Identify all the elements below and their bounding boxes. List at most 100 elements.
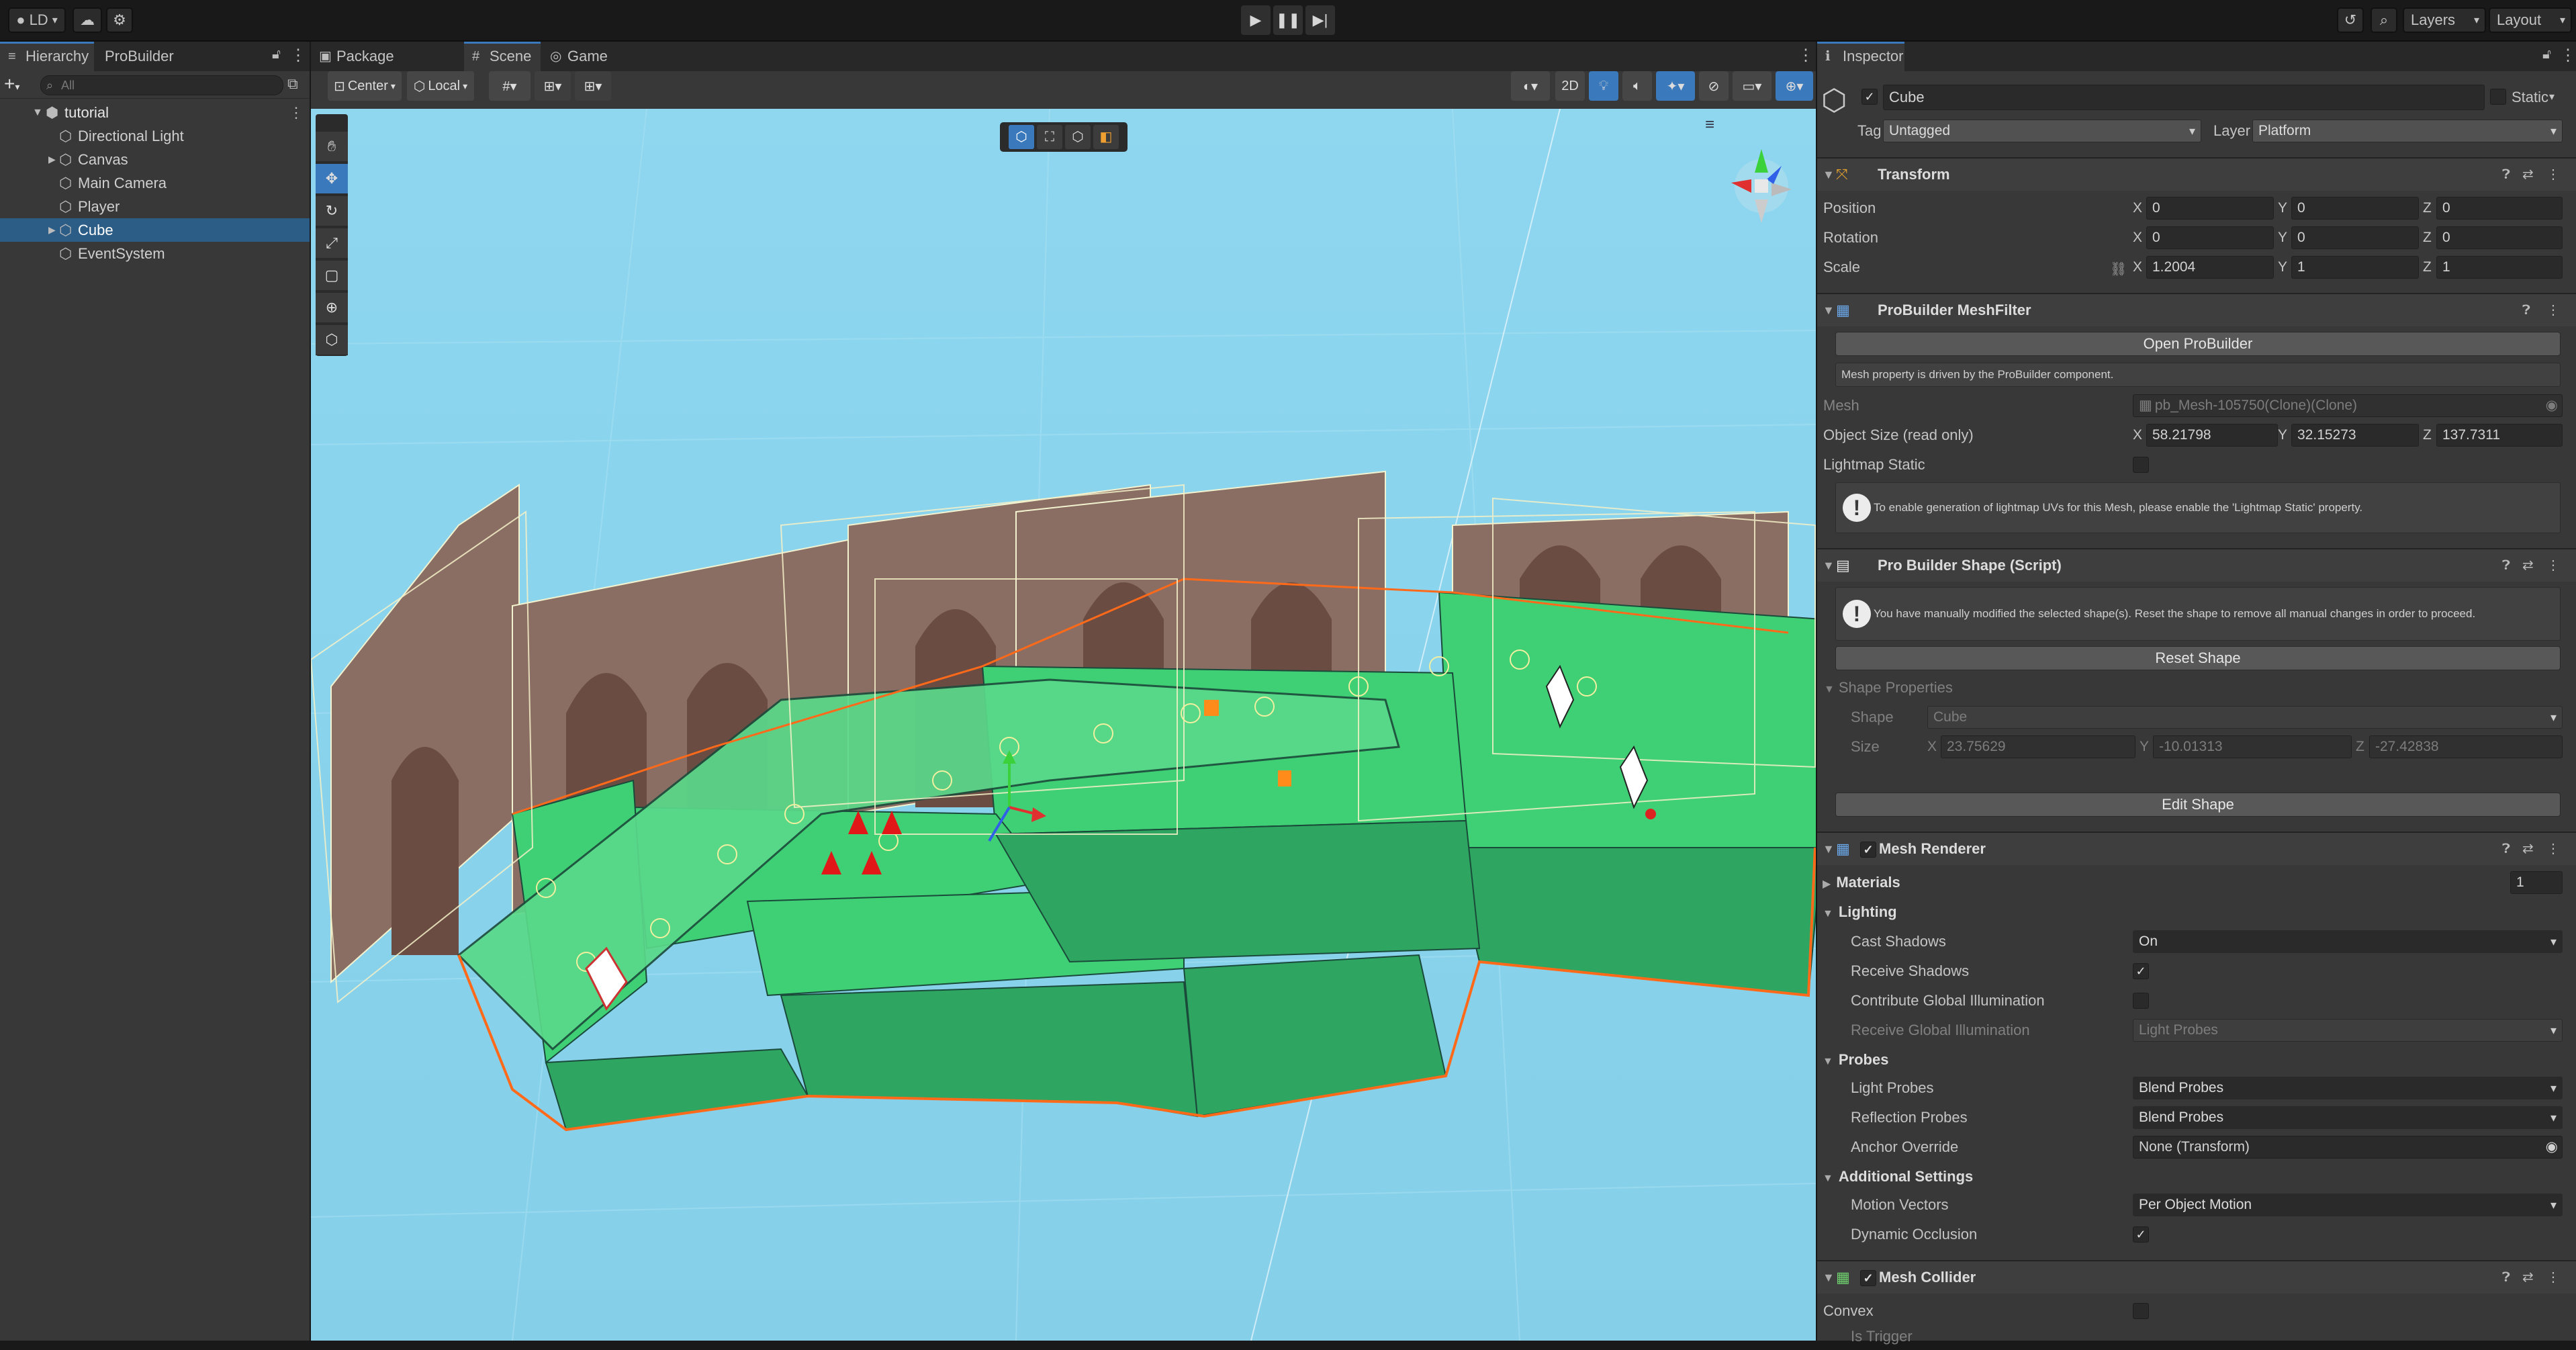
static-checkbox[interactable] bbox=[2490, 89, 2506, 105]
tab-hierarchy[interactable]: ≡ Hierarchy bbox=[0, 42, 94, 71]
rotation-y-field[interactable]: 0 bbox=[2291, 226, 2419, 249]
expand-arrow-icon[interactable]: ▶ bbox=[48, 218, 56, 242]
motion-vectors-dropdown[interactable]: Per Object Motion bbox=[2133, 1194, 2563, 1216]
position-x-field[interactable]: 0 bbox=[2146, 197, 2274, 220]
position-z-axis[interactable]: Z bbox=[2423, 197, 2432, 220]
active-checkbox[interactable]: ✓ bbox=[1861, 89, 1878, 105]
scale-z-axis[interactable]: Z bbox=[2423, 256, 2432, 279]
lighting-toggle[interactable]: 💡︎ bbox=[1589, 71, 1618, 101]
fold-arrow-icon[interactable]: ▼ bbox=[1823, 833, 1835, 865]
level-geometry[interactable] bbox=[311, 109, 1816, 1341]
mesh-renderer-header[interactable]: ▼ ▦ ✓ Mesh Renderer ❓︎ ⇄ ⋮ bbox=[1817, 831, 2576, 865]
search-field[interactable]: ⌕ All bbox=[40, 75, 283, 95]
tab-scene[interactable]: # Scene bbox=[464, 42, 541, 71]
more-icon[interactable]: ⋮ bbox=[2546, 294, 2560, 326]
open-probuilder-button[interactable]: Open ProBuilder bbox=[1835, 332, 2561, 356]
transform-header[interactable]: ▼ ⤧ Transform ❓︎ ⇄ ⋮ bbox=[1817, 157, 2576, 191]
rotation-z-axis[interactable]: Z bbox=[2423, 226, 2432, 249]
rotation-z-field[interactable]: 0 bbox=[2436, 226, 2563, 249]
scale-tool-button[interactable]: ⤢ bbox=[316, 228, 348, 259]
scene-viewport[interactable]: ⬡ ⛶ ⬡ ◧ ≡ bbox=[311, 109, 1816, 1341]
lock-icon[interactable]: 🔓︎ bbox=[272, 47, 281, 62]
lock-icon[interactable]: 🔓︎ bbox=[2542, 47, 2551, 62]
scale-y-axis[interactable]: Y bbox=[2278, 256, 2287, 279]
rotate-tool-button[interactable]: ↻ bbox=[316, 196, 348, 226]
draw-mode-button[interactable]: ◐▾ bbox=[1511, 71, 1550, 101]
rotation-x-axis[interactable]: X bbox=[2133, 226, 2142, 249]
fold-arrow-icon[interactable]: ▼ bbox=[1823, 1261, 1835, 1294]
hierarchy-item[interactable]: ⬡ Directional Light bbox=[0, 124, 310, 148]
step-button[interactable]: ▶| bbox=[1305, 5, 1335, 35]
expand-arrow-icon[interactable]: ▼ bbox=[32, 101, 43, 124]
layers-dropdown[interactable]: Layers ▾ bbox=[2403, 7, 2486, 33]
dynamic-occlusion-checkbox[interactable]: ✓ bbox=[2133, 1226, 2149, 1243]
object-mode-button[interactable]: ⬡ bbox=[1009, 125, 1034, 149]
vertex-mode-button[interactable]: ⛶ bbox=[1037, 125, 1062, 149]
audio-toggle[interactable]: 🔈︎ bbox=[1622, 71, 1652, 101]
convex-checkbox[interactable] bbox=[2133, 1303, 2149, 1319]
scale-x-axis[interactable]: X bbox=[2133, 256, 2142, 279]
object-picker-icon[interactable]: ◉ bbox=[2546, 1136, 2558, 1158]
hierarchy-item[interactable]: ⬡ Main Camera bbox=[0, 171, 310, 195]
chevron-down-icon[interactable]: ▾ bbox=[2549, 85, 2555, 110]
effects-dropdown[interactable]: ✦▾ bbox=[1656, 71, 1695, 101]
fold-arrow-icon[interactable]: ▼ bbox=[1823, 159, 1835, 191]
collab-button[interactable]: ⚙ bbox=[106, 7, 133, 33]
add-button[interactable]: +▾ bbox=[4, 74, 32, 95]
mesh-renderer-enabled-checkbox[interactable]: ✓ bbox=[1860, 842, 1876, 858]
rotation-x-field[interactable]: 0 bbox=[2146, 226, 2274, 249]
probes-foldout[interactable]: ▼ Probes bbox=[1823, 1046, 1888, 1075]
face-mode-button[interactable]: ◧ bbox=[1093, 125, 1119, 149]
help-icon[interactable]: ❓︎ bbox=[2502, 1261, 2510, 1294]
history-button[interactable]: ↺ bbox=[2337, 7, 2364, 33]
help-icon[interactable]: ❓︎ bbox=[2502, 833, 2510, 865]
tab-game[interactable]: ◎ Game bbox=[542, 42, 614, 71]
scale-x-field[interactable]: 1.2004 bbox=[2146, 256, 2274, 279]
fold-arrow-icon[interactable]: ▼ bbox=[1823, 549, 1835, 582]
anchor-override-field[interactable]: None (Transform) ◉ bbox=[2133, 1136, 2563, 1159]
filter-icon[interactable]: ⧉ bbox=[287, 75, 298, 93]
position-x-axis[interactable]: X bbox=[2133, 197, 2142, 220]
help-icon[interactable]: ❓︎ bbox=[2522, 294, 2530, 326]
rect-tool-button[interactable]: ▢ bbox=[316, 261, 348, 291]
rotation-y-axis[interactable]: Y bbox=[2278, 226, 2287, 249]
more-icon[interactable]: ⋮ bbox=[290, 46, 306, 65]
2d-toggle[interactable]: 2D bbox=[1555, 71, 1585, 101]
mesh-collider-header[interactable]: ▼ ▦ ✓ Mesh Collider ❓︎ ⇄ ⋮ bbox=[1817, 1260, 2576, 1294]
overlay-menu-icon[interactable]: ≡ bbox=[1705, 116, 1714, 134]
hierarchy-item[interactable]: ⬡ Player bbox=[0, 195, 310, 218]
expand-arrow-icon[interactable]: ▶ bbox=[48, 148, 56, 171]
presets-icon[interactable]: ⇄ bbox=[2522, 549, 2534, 582]
move-tool-button[interactable]: ✥ bbox=[316, 164, 348, 194]
additional-settings-foldout[interactable]: ▼ Additional Settings bbox=[1823, 1163, 1973, 1192]
increment-snap-button[interactable]: ⊞▾ bbox=[535, 71, 571, 101]
more-icon[interactable]: ⋮ bbox=[2546, 1261, 2560, 1294]
constrain-proportions-icon[interactable]: ⛓ bbox=[2110, 258, 2127, 281]
light-probes-dropdown[interactable]: Blend Probes bbox=[2133, 1077, 2563, 1099]
cloud-button[interactable]: ☁ bbox=[73, 7, 102, 33]
materials-foldout[interactable]: ▶ Materials bbox=[1823, 869, 1900, 898]
shape-header[interactable]: ▼ ▤ Pro Builder Shape (Script) ❓︎ ⇄ ⋮ bbox=[1817, 548, 2576, 582]
account-dropdown[interactable]: ● LD ▾ bbox=[8, 7, 66, 33]
more-icon[interactable]: ⋮ bbox=[2560, 46, 2576, 65]
tab-inspector[interactable]: ℹ Inspector bbox=[1817, 42, 1904, 71]
position-y-axis[interactable]: Y bbox=[2278, 197, 2287, 220]
receive-shadows-checkbox[interactable]: ✓ bbox=[2133, 963, 2149, 979]
object-name-field[interactable]: Cube bbox=[1883, 85, 2485, 110]
position-y-field[interactable]: 0 bbox=[2291, 197, 2419, 220]
hierarchy-item[interactable]: ⬡ EventSystem bbox=[0, 242, 310, 265]
presets-icon[interactable]: ⇄ bbox=[2522, 833, 2534, 865]
gizmos-dropdown[interactable]: ⊕▾ bbox=[1776, 71, 1813, 101]
fold-arrow-icon[interactable]: ▼ bbox=[1823, 294, 1835, 326]
reflection-probes-dropdown[interactable]: Blend Probes bbox=[2133, 1106, 2563, 1129]
lighting-foldout[interactable]: ▼ Lighting bbox=[1823, 899, 1897, 928]
hierarchy-item[interactable]: ▶ ⬡ Cube bbox=[0, 218, 310, 242]
position-z-field[interactable]: 0 bbox=[2436, 197, 2563, 220]
align-button[interactable]: ⊞▾ bbox=[575, 71, 611, 101]
more-icon[interactable]: ⋮ bbox=[2546, 549, 2560, 582]
more-icon[interactable]: ⋮ bbox=[1798, 46, 1814, 65]
custom-tool-button[interactable]: ⬡ bbox=[316, 325, 348, 355]
edge-mode-button[interactable]: ⬡ bbox=[1065, 125, 1091, 149]
layout-dropdown[interactable]: Layout ▾ bbox=[2489, 7, 2572, 33]
layer-dropdown[interactable]: Platform bbox=[2252, 120, 2563, 142]
